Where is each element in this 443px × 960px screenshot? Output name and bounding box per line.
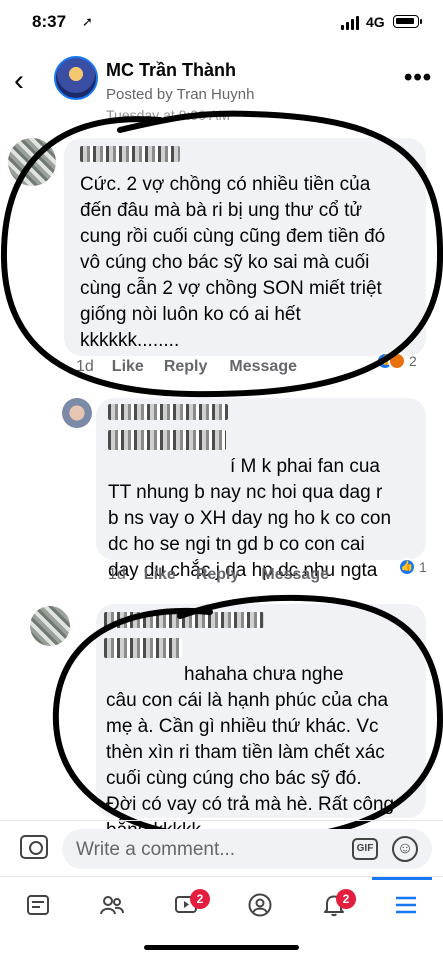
tab-watch[interactable]: 2	[166, 887, 210, 927]
comment-input[interactable]: Write a comment... GIF ☺	[62, 829, 432, 869]
message-button[interactable]: Message	[229, 358, 297, 376]
post-time: Tuesday at 8:00 AM	[106, 107, 230, 123]
tab-profile[interactable]	[240, 887, 280, 927]
location-arrow-icon: ➚	[82, 14, 93, 29]
commenter-name[interactable]	[80, 146, 180, 162]
status-bar: 8:37 ➚ 4G	[0, 0, 443, 46]
comment-time: 1d	[108, 566, 126, 583]
news-feed-icon	[27, 895, 49, 915]
page-name[interactable]: MC Trần Thành	[106, 60, 236, 81]
network-type: 4G	[366, 14, 385, 30]
comment-text: í M k phai fan cua TT nhung b nay nc hoi…	[108, 428, 426, 584]
reaction-summary[interactable]: 👍 2	[376, 352, 417, 370]
tab-menu[interactable]	[386, 887, 426, 927]
comment-composer: Write a comment... GIF ☺	[0, 820, 443, 876]
battery-icon	[393, 15, 422, 28]
comment-input-placeholder: Write a comment...	[76, 839, 236, 860]
comment-text: Cức. 2 vợ chồng có nhiều tiền của đến đâ…	[80, 174, 386, 351]
camera-icon[interactable]	[20, 835, 48, 859]
reaction-count: 1	[419, 559, 427, 575]
reply-button[interactable]: Reply	[164, 358, 208, 376]
friends-icon	[100, 896, 124, 915]
posted-by: Posted by Tran Huynh	[106, 86, 255, 103]
commenter-name[interactable]	[104, 612, 264, 628]
commenter-avatar[interactable]	[30, 606, 70, 646]
post-header: ‹ MC Trần Thành Posted by Tran Huynh •••	[0, 46, 443, 116]
page-avatar[interactable]	[54, 56, 98, 100]
status-time: 8:37	[32, 12, 67, 31]
profile-icon	[248, 893, 272, 917]
comment-time: 1d	[76, 358, 94, 375]
hamburger-menu-icon	[396, 896, 416, 914]
home-indicator[interactable]	[144, 945, 299, 950]
comment-actions: 1d Like Reply Message	[108, 566, 329, 584]
tab-friends[interactable]	[92, 887, 132, 927]
comment-text-body: í M k phai fan cua TT nhung b nay nc hoi…	[108, 456, 392, 581]
comment-text-body: hahaha chưa nghe câu con cái là hạnh phú…	[106, 664, 395, 841]
comment-actions: 1d Like Reply Message	[76, 358, 297, 376]
tab-news-feed[interactable]	[18, 887, 58, 927]
message-button[interactable]: Message	[261, 566, 329, 584]
commenter-name[interactable]	[108, 404, 228, 420]
watch-badge: 2	[190, 889, 210, 909]
emoji-icon[interactable]: ☺	[392, 836, 418, 862]
reaction-summary[interactable]: 👍 1	[398, 558, 427, 576]
like-button[interactable]: Like	[112, 358, 144, 376]
comment-text: hahaha chưa nghe câu con cái là hạnh phú…	[106, 636, 426, 844]
angry-reaction-icon	[388, 352, 406, 370]
notifications-badge: 2	[336, 889, 356, 909]
cellular-signal-icon	[341, 16, 359, 30]
like-reaction-icon: 👍	[398, 558, 416, 576]
commenter-avatar[interactable]	[8, 138, 56, 186]
tab-notifications[interactable]: 2	[314, 887, 356, 927]
commenter-avatar[interactable]	[62, 398, 92, 428]
reaction-count: 2	[409, 353, 417, 369]
more-options-icon[interactable]: •••	[404, 64, 432, 92]
chevron-left-icon[interactable]: ‹	[14, 66, 24, 96]
reply-button[interactable]: Reply	[196, 566, 240, 584]
gif-icon[interactable]: GIF	[352, 838, 378, 860]
active-tab-indicator	[372, 877, 432, 880]
like-button[interactable]: Like	[144, 566, 176, 584]
